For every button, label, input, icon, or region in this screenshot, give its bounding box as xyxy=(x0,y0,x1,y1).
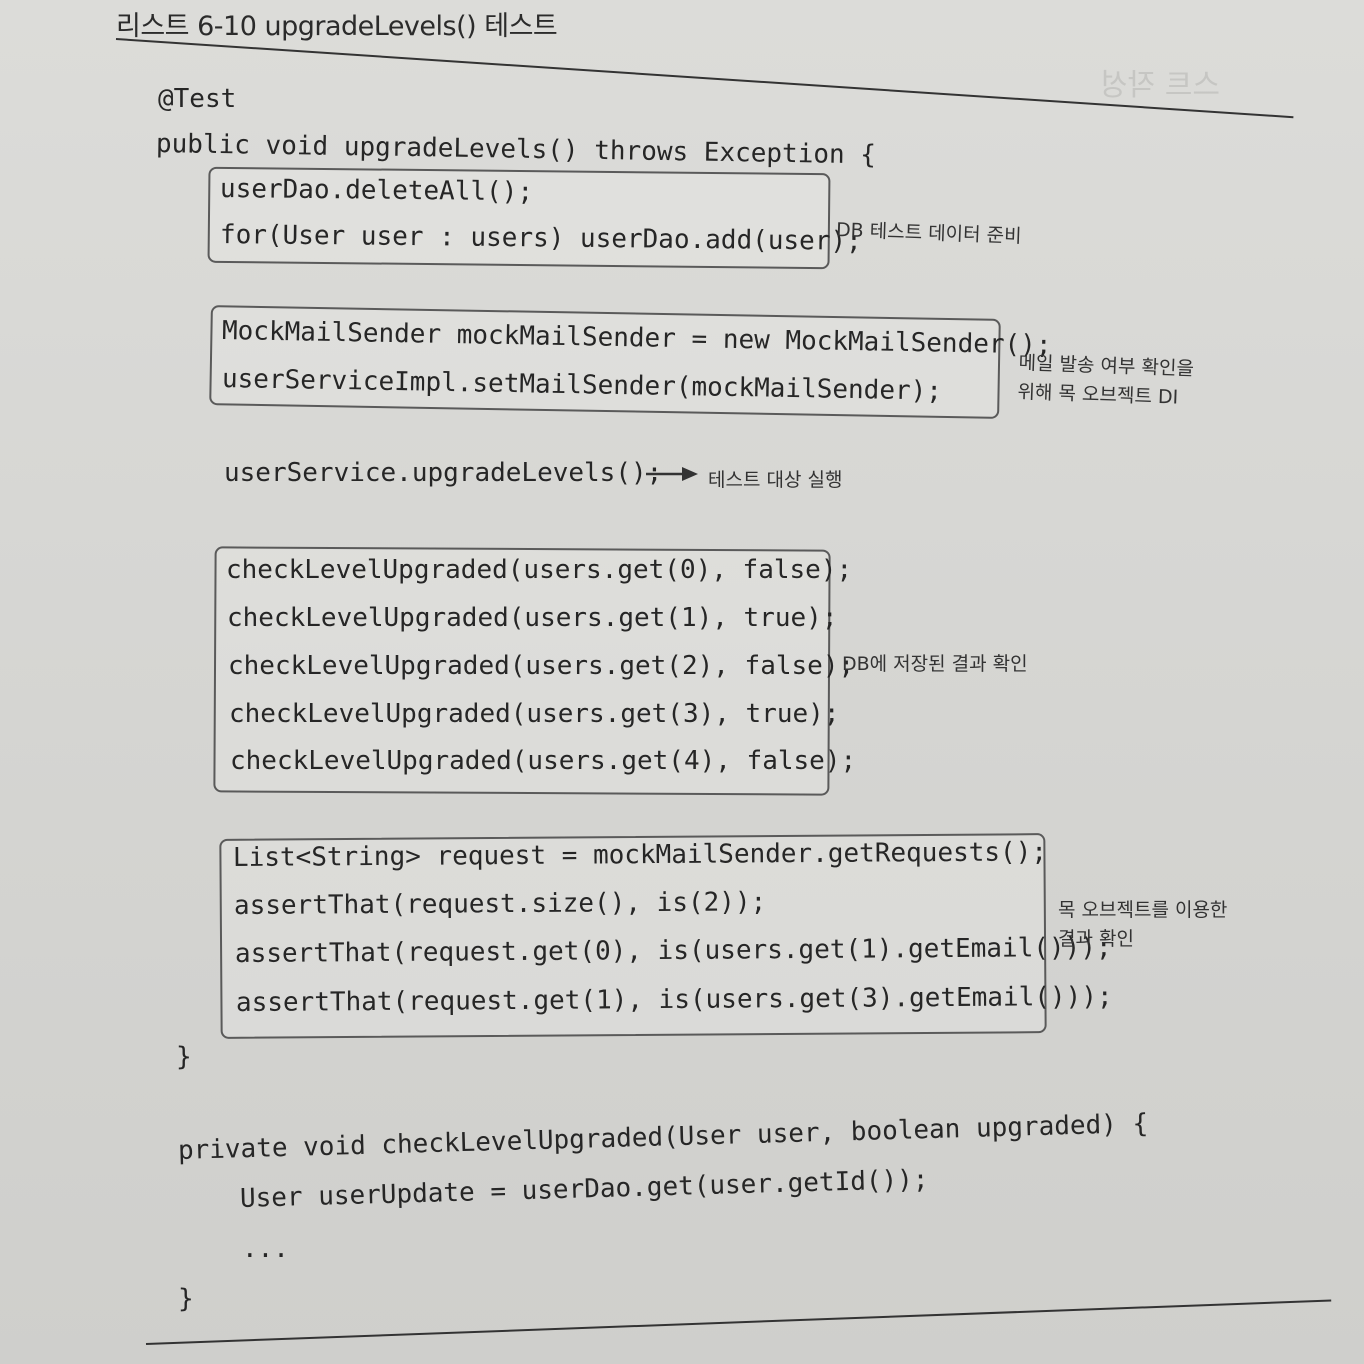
checks-note: DB에 저장된 결과 확인 xyxy=(842,653,1028,675)
bleed-through-text: 스트 작성 xyxy=(1100,68,1220,103)
test-annotation: @Test xyxy=(158,84,237,114)
execute-line: userService.upgradeLevels(); xyxy=(224,458,663,488)
helper-signature: private void checkLevelUpgraded(User use… xyxy=(177,1108,1149,1166)
code-line: List<String> request = mockMailSender.ge… xyxy=(232,837,1048,873)
code-line: checkLevelUpgraded(users.get(2), false); xyxy=(228,651,855,681)
bottom-rule xyxy=(145,1299,1332,1345)
code-line: checkLevelUpgraded(users.get(3), true); xyxy=(229,699,840,729)
code-line: checkLevelUpgraded(users.get(0), false); xyxy=(226,555,853,585)
closing-brace: } xyxy=(176,1042,192,1072)
execute-note: 테스트 대상 실행 xyxy=(708,469,843,491)
db-setup-note: DB 테스트 데이터 준비 xyxy=(835,219,1022,248)
method-signature: public void upgradeLevels() throws Excep… xyxy=(155,129,877,171)
code-line: assertThat(request.size(), is(2)); xyxy=(233,887,767,921)
code-line: assertThat(request.get(1), is(users.get(… xyxy=(235,981,1113,1018)
listing-caption: 리스트 6-10 upgradeLevels() 테스트 xyxy=(116,11,558,42)
mock-verify-note: 목 오브젝트를 이용한 결과 확인 xyxy=(1058,899,1228,951)
closing-brace: } xyxy=(178,1284,194,1314)
helper-ellipsis: ... xyxy=(242,1234,289,1264)
code-line: assertThat(request.get(0), is(users.get(… xyxy=(234,932,1112,969)
code-line: checkLevelUpgraded(users.get(1), true); xyxy=(227,603,838,633)
code-line: for(User user : users) userDao.add(user)… xyxy=(219,220,862,257)
arrow-icon xyxy=(646,467,698,481)
code-line: userDao.deleteAll(); xyxy=(219,174,534,208)
code-line: checkLevelUpgraded(users.get(4), false); xyxy=(230,746,857,776)
mock-setup-note: 메일 발송 여부 확인을 위해 목 오브젝트 DI xyxy=(1017,352,1195,410)
helper-body-line: User userUpdate = userDao.get(user.getId… xyxy=(239,1164,929,1214)
book-page: 스트 작성 리스트 6-10 upgradeLevels() 테스트 @Test… xyxy=(0,0,1364,1364)
